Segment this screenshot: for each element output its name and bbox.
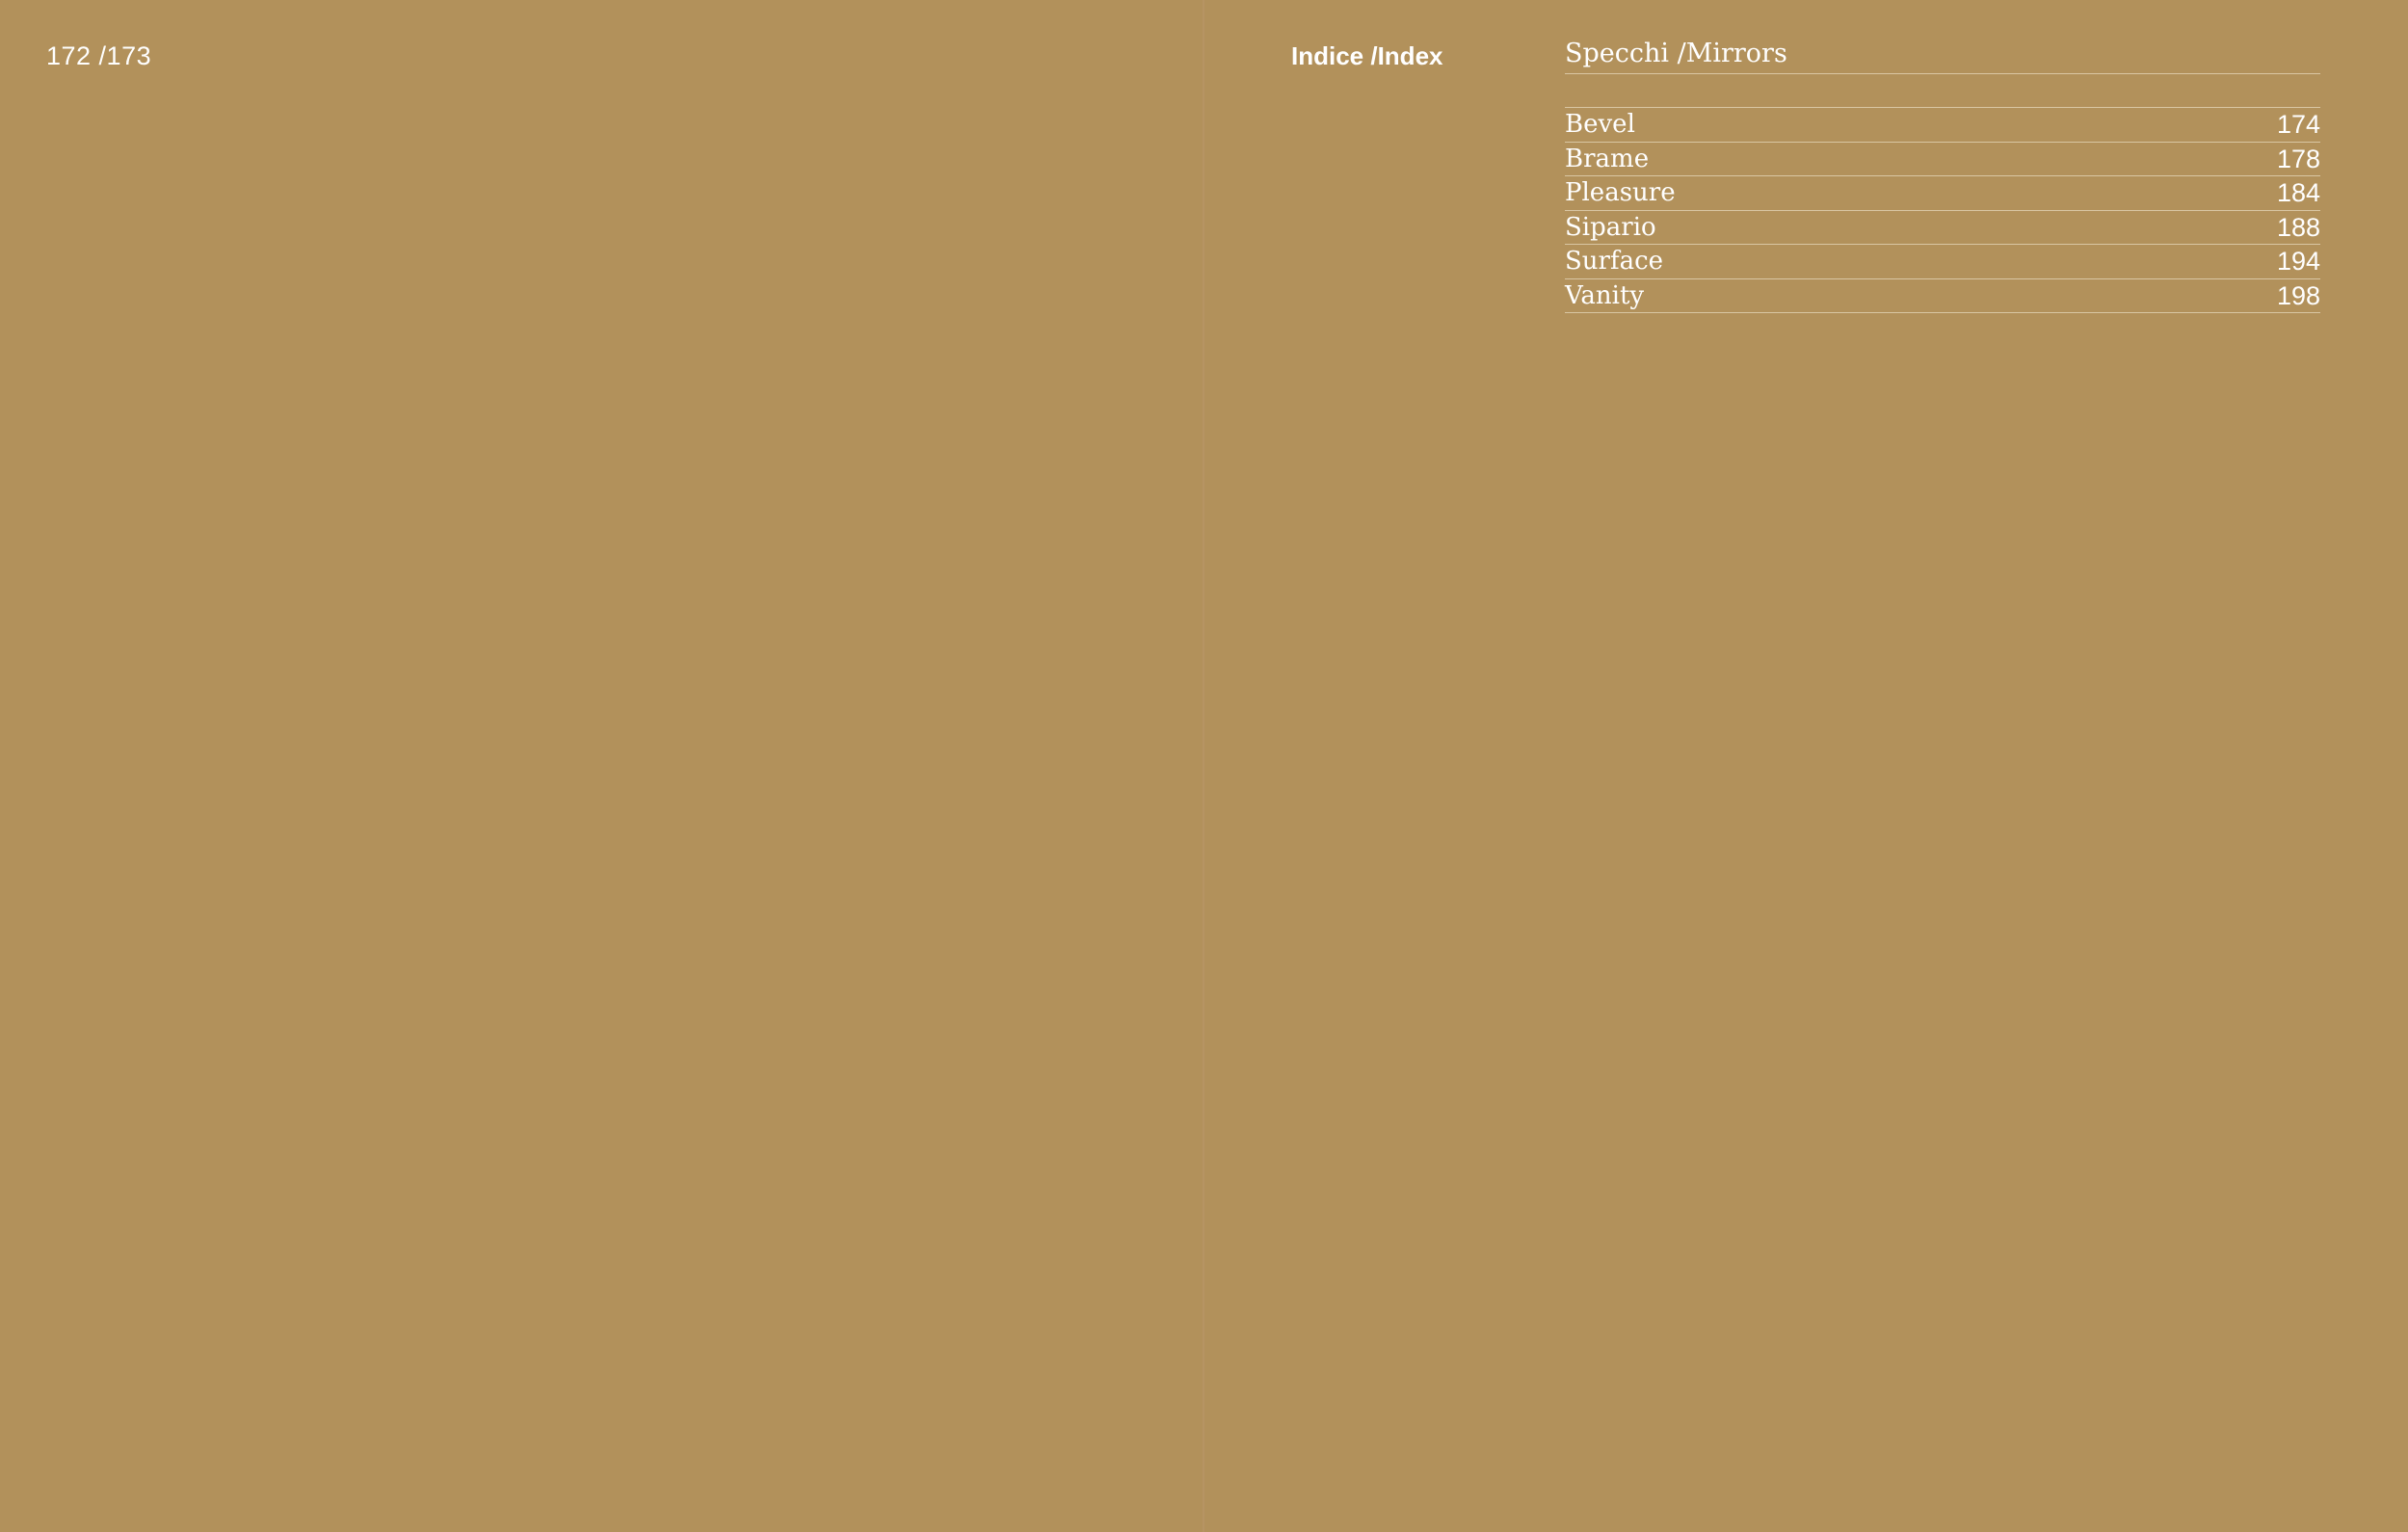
entry-page-number: 188: [2276, 212, 2320, 242]
section-title: Specchi /Mirrors: [1565, 37, 2320, 74]
catalog-spread: 172 /173 Indice /Index Specchi /Mirrors …: [0, 0, 2408, 1532]
entry-name: Surface: [1565, 247, 1664, 277]
entry-name: Sipario: [1565, 212, 1656, 242]
index-entry-list: Bevel 174 Brame 178 Pleasure 184 Sipario…: [1565, 107, 2320, 313]
index-entry-bevel[interactable]: Bevel 174: [1565, 108, 2320, 143]
entry-page-number: 184: [2276, 178, 2320, 208]
index-entry-vanity[interactable]: Vanity 198: [1565, 279, 2320, 313]
entry-name: Bevel: [1565, 110, 1635, 140]
entry-name: Vanity: [1565, 280, 1645, 310]
index-label: Indice /Index: [1291, 41, 1443, 70]
entry-page-number: 198: [2276, 280, 2320, 310]
index-entry-pleasure[interactable]: Pleasure 184: [1565, 176, 2320, 211]
entry-name: Brame: [1565, 144, 1650, 173]
left-page: 172 /173: [0, 0, 1203, 1532]
index-section: Specchi /Mirrors Bevel 174 Brame 178 Ple…: [1565, 37, 2320, 313]
entry-name: Pleasure: [1565, 178, 1676, 208]
entry-page-number: 194: [2276, 247, 2320, 277]
entry-page-number: 178: [2276, 144, 2320, 173]
page-numbers: 172 /173: [46, 41, 152, 70]
index-entry-surface[interactable]: Surface 194: [1565, 245, 2320, 279]
index-entry-brame[interactable]: Brame 178: [1565, 143, 2320, 176]
right-page: Indice /Index Specchi /Mirrors Bevel 174…: [1204, 0, 2408, 1532]
index-entry-sipario[interactable]: Sipario 188: [1565, 211, 2320, 245]
entry-page-number: 174: [2276, 110, 2320, 140]
